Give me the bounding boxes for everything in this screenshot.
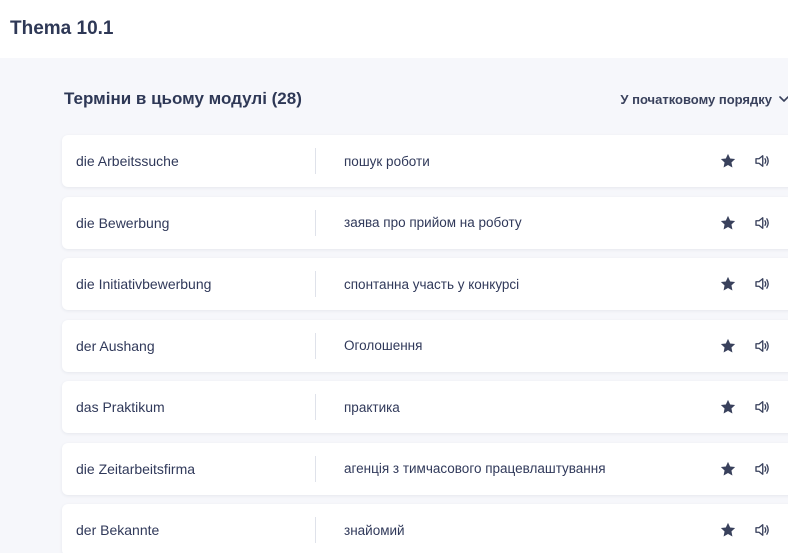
speaker-icon[interactable]: [752, 151, 772, 171]
star-icon[interactable]: [718, 336, 738, 356]
top-bar: Thema 10.1: [0, 0, 788, 58]
set-title: Thema 10.1: [10, 18, 114, 39]
terms-count-heading: Терміни в цьому модулі (28): [64, 89, 302, 108]
term-word: das Praktikum: [76, 399, 165, 415]
term-actions: [718, 504, 772, 553]
sort-label: У початковому порядку: [620, 91, 772, 107]
terms-header: Терміни в цьому модулі (28) У початковом…: [64, 85, 788, 113]
term-row: die Zeitarbeitsfirma агенція з тимчасово…: [62, 442, 788, 495]
term-word: die Arbeitssuche: [76, 153, 179, 169]
term-word: der Bekannte: [76, 522, 160, 538]
sort-dropdown[interactable]: У початковому порядку: [620, 92, 788, 107]
speaker-icon[interactable]: [752, 274, 772, 294]
term-actions: [718, 258, 772, 310]
term-actions: [718, 320, 772, 372]
term-row: das Praktikum практика: [62, 381, 788, 433]
term-actions: [718, 197, 772, 249]
term-row: die Bewerbung заява про прийом на роботу: [62, 196, 788, 249]
speaker-icon[interactable]: [752, 520, 772, 540]
term-actions: [718, 135, 772, 187]
term-list: die Arbeitssuche пошук роботи die Bewerb…: [62, 135, 788, 553]
term-actions: [718, 443, 772, 495]
chevron-down-icon: [778, 93, 788, 105]
term-row: der Aushang Оголошення: [62, 319, 788, 372]
star-icon[interactable]: [718, 274, 738, 294]
term-word: die Zeitarbeitsfirma: [76, 460, 196, 477]
term-row: der Bekannte знайомий: [62, 504, 788, 553]
star-icon[interactable]: [718, 459, 738, 479]
term-word: die Bewerbung: [76, 214, 170, 231]
term-row: die Initiativbewerbung спонтанна участь …: [62, 258, 788, 310]
page: Thema 10.1 Терміни в цьому модулі (28) У…: [0, 0, 788, 553]
speaker-icon[interactable]: [752, 397, 772, 417]
speaker-icon[interactable]: [752, 213, 772, 233]
star-icon[interactable]: [718, 151, 738, 171]
term-word: die Initiativbewerbung: [76, 276, 212, 292]
speaker-icon[interactable]: [752, 336, 772, 356]
term-row: die Arbeitssuche пошук роботи: [62, 135, 788, 187]
star-icon[interactable]: [718, 397, 738, 417]
term-word: der Aushang: [76, 337, 155, 354]
star-icon[interactable]: [718, 213, 738, 233]
speaker-icon[interactable]: [752, 459, 772, 479]
term-actions: [718, 381, 772, 433]
star-icon[interactable]: [718, 520, 738, 540]
